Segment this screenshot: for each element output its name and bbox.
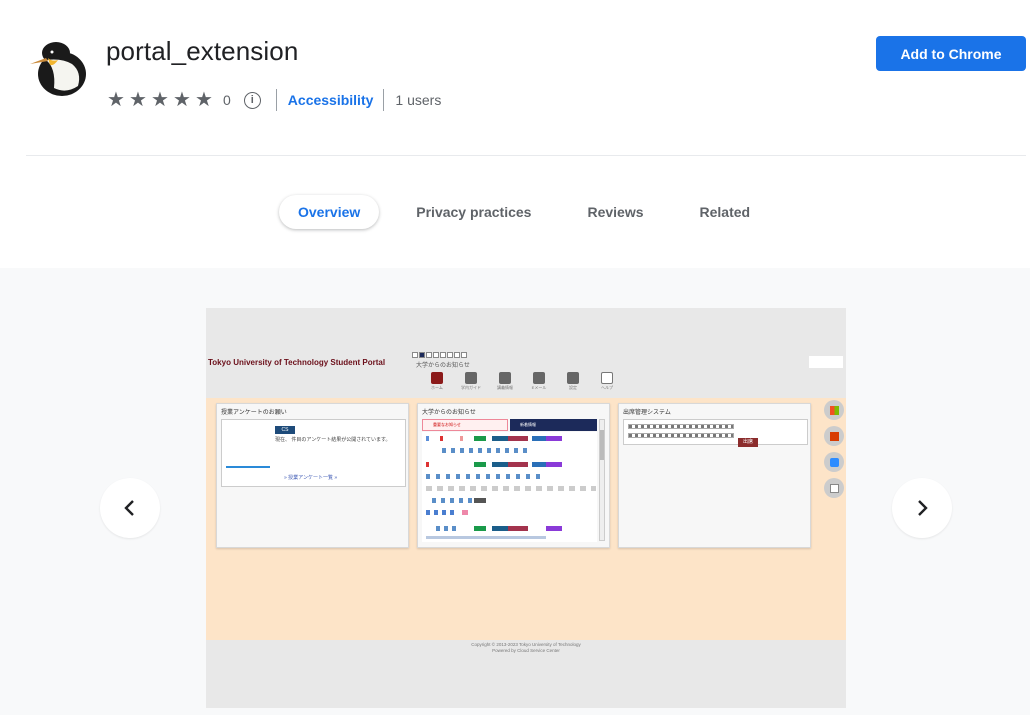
rating-count: 0 [223,92,231,108]
card-title: 出席管理システム [623,410,671,416]
card-text: 現在、 件目のアンケート結果が公開されています。 [275,437,391,443]
extension-meta: ★ ★ ★ ★ ★ 0 i Accessibility 1 users [107,89,441,111]
latest-news-tab: 新着情報 [510,419,597,431]
star-icon: ★ [195,89,213,111]
tab-related[interactable]: Related [681,195,770,229]
tab-reviews[interactable]: Reviews [568,195,662,229]
tab-bar: Overview Privacy practices Reviews Relat… [279,195,769,229]
zoom-icon [824,452,844,472]
penguin-logo [26,38,88,96]
news-list [422,432,597,542]
screenshot-gallery: Tokyo University of Technology Student P… [0,268,1030,715]
portal-title: Tokyo University of Technology Student P… [208,358,386,367]
attendance-form: 出席 [623,419,808,447]
footer-powered: Powered by Cloud Service Center [492,648,560,653]
previous-screenshot-button[interactable] [100,478,160,538]
compass-icon [465,372,477,384]
portal-card-attendance: 出席管理システム 出席 [618,403,811,548]
mail-icon [533,372,545,384]
info-icon[interactable]: i [243,91,261,109]
portal-body: 授業アンケートのお願い CS 現在、 件目のアンケート結果が公開されています。 … [206,398,846,640]
card-title: 授業アンケートのお願い [221,410,287,416]
portal-nav-home: ホーム [426,372,448,391]
portal-nav-lecture: 講義情報 [494,372,516,391]
next-screenshot-button[interactable] [892,478,952,538]
course-badge: CS [275,426,295,434]
portal-search-box [809,356,843,368]
portal-nav-help: ヘルプ [596,372,618,391]
tab-privacy-practices[interactable]: Privacy practices [397,195,550,229]
card-title: 大学からのお知らせ [422,410,476,416]
portal-nav-guide: 学内ガイド [460,372,482,391]
portal-checkboxes [412,352,467,358]
portal-nav-email: Eメール [528,372,550,391]
star-icon: ★ [151,89,169,111]
add-to-chrome-button[interactable]: Add to Chrome [876,36,1026,71]
portal-footer: Copyright © 2013-2023 Tokyo University o… [206,642,846,654]
extension-title: portal_extension [106,36,299,66]
message-icon [824,478,844,498]
office-icon [824,426,844,446]
gear-icon [567,372,579,384]
divider [383,89,385,111]
tab-overview[interactable]: Overview [279,195,380,229]
screenshot-image: Tokyo University of Technology Student P… [206,308,846,708]
card-inner: CS 現在、 件目のアンケート結果が公開されています。 » 授業アンケート一覧 … [221,419,406,487]
chevron-left-icon [124,500,134,516]
header-divider [26,155,1026,156]
portal-nav-settings: 設定 [562,372,584,391]
survey-list-link: » 授業アンケート一覧 » [284,475,338,481]
attendance-button: 出席 [738,438,758,447]
rating-stars: ★ ★ ★ ★ ★ [107,90,217,110]
user-count: 1 users [395,92,442,108]
help-icon [601,372,613,384]
microsoft-icon [824,400,844,420]
star-icon: ★ [173,89,191,111]
star-icon: ★ [107,89,125,111]
pencil-icon [499,372,511,384]
home-icon [431,372,443,384]
news-scrollbar [599,419,605,541]
star-icon: ★ [129,89,147,111]
category-link[interactable]: Accessibility [288,92,374,108]
chevron-right-icon [918,500,928,516]
portal-nav: ホーム 学内ガイド 講義情報 Eメール 設定 ヘルプ [426,372,618,391]
portal-card-survey: 授業アンケートのお願い CS 現在、 件目のアンケート結果が公開されています。 … [216,403,409,548]
progress-line [226,466,270,468]
extension-header: portal_extension ★ ★ ★ ★ ★ 0 i Accessibi… [0,0,1030,155]
divider [275,89,277,111]
portal-card-news: 大学からのお知らせ 重要なお知らせ 新着情報 [417,403,610,548]
important-news-tab: 重要なお知らせ [422,419,508,431]
portal-news-label: 大学からのお知らせ [416,363,470,369]
